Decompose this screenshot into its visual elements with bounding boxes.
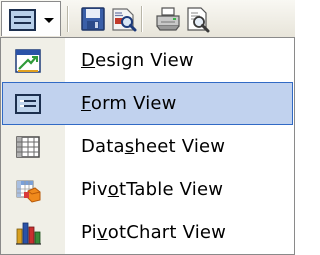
menu-item-design-view[interactable]: Design View (2, 39, 293, 82)
form-view-icon (9, 9, 36, 31)
menu-item-label: Form View (81, 93, 177, 114)
menu-item-label: Design View (81, 50, 194, 71)
menu-item-pivottable-view[interactable]: PivotTable View (2, 168, 293, 211)
design-view-icon (15, 49, 41, 73)
pivotchart-view-icon (16, 222, 41, 245)
toolbar (0, 0, 295, 38)
view-menu-screenshot: Design View Form View Datasheet View Piv… (0, 0, 295, 255)
menu-item-datasheet-view[interactable]: Datasheet View (2, 125, 293, 168)
menu-item-label: PivotTable View (81, 179, 224, 200)
printer-icon[interactable] (154, 5, 182, 33)
toolbar-separator (67, 6, 69, 32)
datasheet-view-icon (16, 136, 40, 158)
save-icon[interactable] (79, 5, 107, 33)
view-dropdown-menu: Design View Form View Datasheet View Piv… (0, 37, 295, 255)
toolbar-separator (141, 6, 143, 32)
form-view-icon (15, 94, 41, 114)
menu-item-label: Datasheet View (81, 136, 226, 157)
chevron-down-icon[interactable] (44, 18, 54, 23)
pivottable-view-icon (16, 180, 41, 203)
file-search-icon[interactable] (109, 5, 137, 33)
menu-item-pivotchart-view[interactable]: PivotChart View (2, 211, 293, 254)
view-dropdown-button[interactable] (1, 1, 61, 36)
menu-item-label: PivotChart View (81, 222, 227, 243)
menu-item-form-view[interactable]: Form View (2, 82, 293, 125)
print-preview-icon[interactable] (184, 5, 212, 33)
